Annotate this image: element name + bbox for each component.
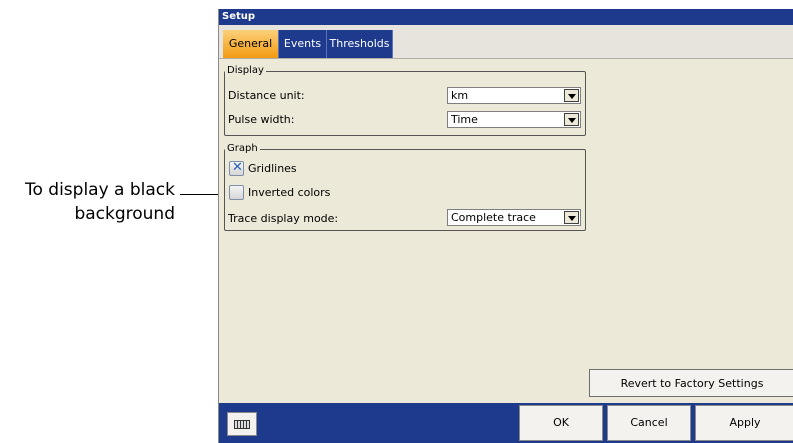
inverted-colors-label: Inverted colors [248,186,331,199]
tab-general[interactable]: General [223,30,279,58]
cancel-button[interactable]: Cancel [607,405,691,441]
window-title: Setup [219,9,793,25]
tab-events[interactable]: Events [279,30,327,58]
bottom-bar: OK Cancel Apply [219,403,793,443]
tab-thresholds[interactable]: Thresholds [327,30,393,58]
keyboard-button[interactable] [227,412,257,436]
keyboard-icon [234,420,250,429]
gridlines-label: Gridlines [248,162,297,175]
revert-factory-settings-button[interactable]: Revert to Factory Settings [589,369,793,397]
setup-window: Setup General Events Thresholds Display … [218,9,793,443]
tab-strip: General Events Thresholds [219,25,793,59]
apply-button[interactable]: Apply [695,405,793,441]
trace-mode-label: Trace display mode: [228,212,339,225]
chevron-down-icon[interactable] [564,89,579,102]
check-x-icon: ✕ [232,160,243,175]
callout-line-1: To display a black [24,180,175,200]
trace-mode-select[interactable]: Complete trace [447,209,581,226]
ok-button[interactable]: OK [519,405,603,441]
distance-unit-value: km [451,89,469,102]
distance-unit-label: Distance unit: [228,89,305,102]
inverted-colors-checkbox[interactable] [229,185,244,200]
graph-group-legend: Graph [227,143,258,154]
chevron-down-icon[interactable] [564,211,579,224]
gridlines-checkbox[interactable]: ✕ [229,160,244,176]
chevron-down-icon[interactable] [564,113,579,126]
tab-content-general: Display Distance unit: km Pulse width: T… [219,59,793,404]
callout-line-2: background [74,204,175,224]
pulse-width-select[interactable]: Time [447,111,581,128]
display-group-legend: Display [227,65,264,76]
trace-mode-value: Complete trace [451,211,536,224]
pulse-width-label: Pulse width: [228,113,295,126]
distance-unit-select[interactable]: km [447,87,581,104]
pulse-width-value: Time [451,113,478,126]
callout-annotation: To display a black background [25,178,175,226]
